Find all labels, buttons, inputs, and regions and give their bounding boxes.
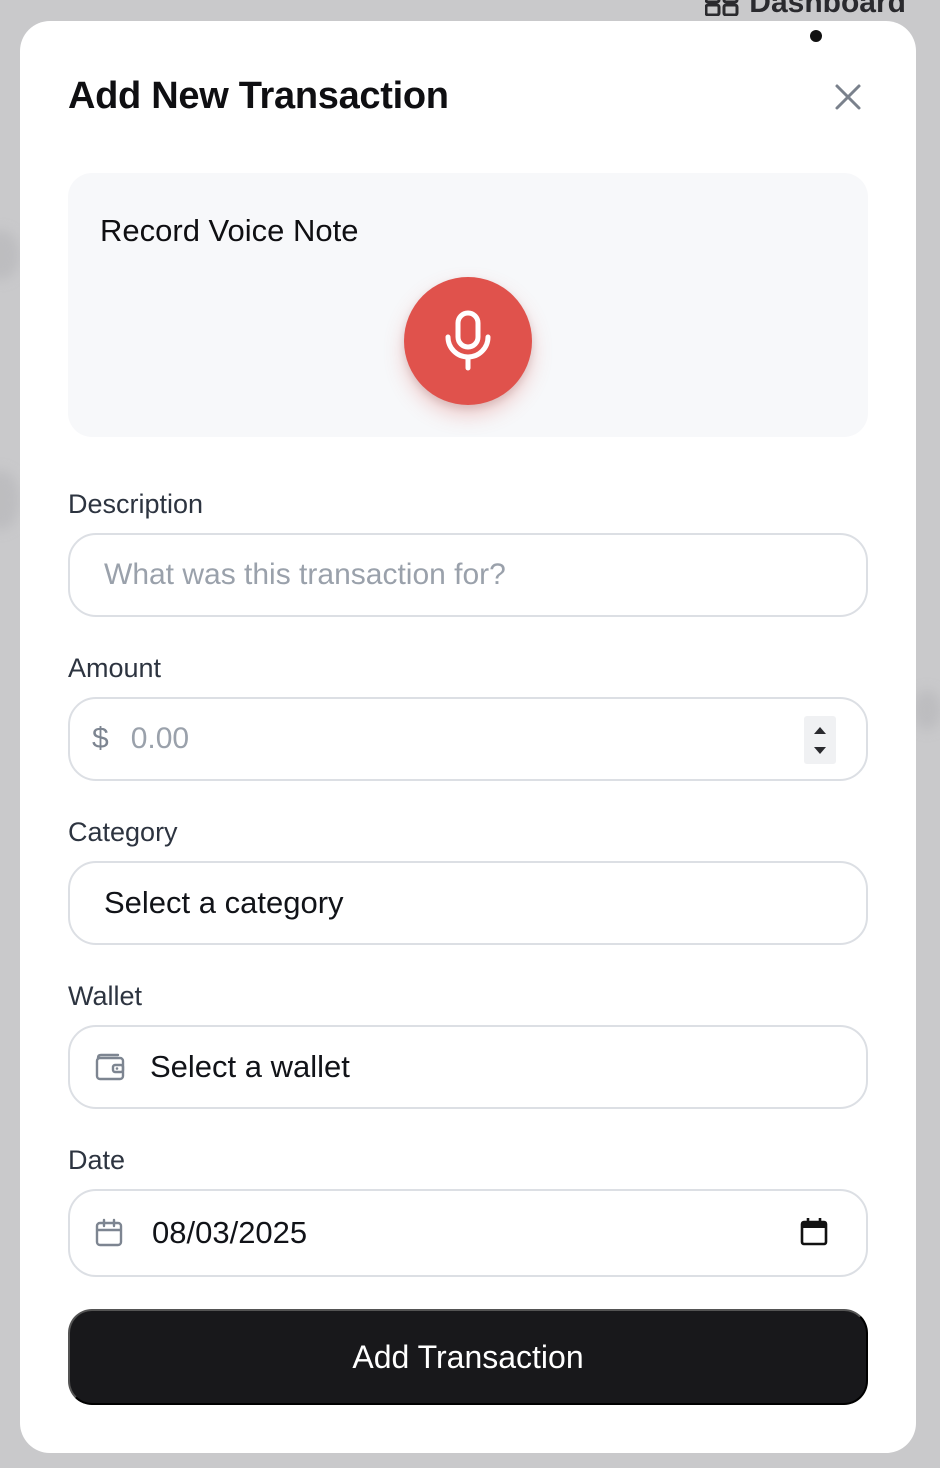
wallet-value: Select a wallet [150, 1049, 350, 1084]
microphone-icon [445, 310, 491, 371]
date-value: 08/03/2025 [152, 1215, 308, 1250]
category-value: Select a category [104, 885, 344, 920]
background-blur-shape [0, 470, 20, 530]
description-placeholder: What was this transaction for? [104, 558, 506, 591]
voice-note-title: Record Voice Note [100, 213, 359, 248]
add-transaction-button[interactable]: Add Transaction [68, 1309, 868, 1405]
wallet-label: Wallet [68, 981, 143, 1011]
close-icon [835, 84, 861, 110]
add-transaction-modal: Add New Transaction Record Voice Note De… [20, 21, 916, 1453]
close-button[interactable] [826, 75, 870, 119]
wallet-select[interactable]: Select a wallet [68, 1025, 868, 1109]
amount-label: Amount [68, 653, 162, 683]
category-label: Category [68, 817, 178, 847]
background-blur-shape [0, 230, 20, 280]
amount-placeholder: 0.00 [130, 722, 190, 755]
stepper-up-icon[interactable] [813, 726, 827, 735]
calendar-icon [94, 1218, 124, 1248]
active-nav-indicator [810, 30, 822, 42]
dashboard-icon [704, 0, 739, 17]
date-input[interactable]: 08/03/2025 [68, 1189, 868, 1277]
background-nav-dashboard: Dashboard [704, 0, 906, 20]
record-voice-button[interactable] [404, 277, 532, 405]
date-label: Date [68, 1145, 126, 1175]
background-blur-shape [912, 690, 940, 730]
currency-symbol: $ [92, 722, 109, 755]
stepper-down-icon[interactable] [813, 746, 827, 755]
description-input[interactable]: What was this transaction for? [68, 533, 868, 617]
modal-title: Add New Transaction [68, 75, 449, 117]
calendar-picker-icon[interactable] [800, 1217, 828, 1247]
wallet-icon [94, 1052, 126, 1082]
voice-note-card: Record Voice Note [68, 173, 868, 437]
background-nav-label: Dashboard [749, 0, 906, 19]
amount-stepper[interactable] [804, 716, 836, 764]
category-select[interactable]: Select a category [68, 861, 868, 945]
description-label: Description [68, 489, 204, 519]
amount-input[interactable]: $ 0.00 [68, 697, 868, 781]
